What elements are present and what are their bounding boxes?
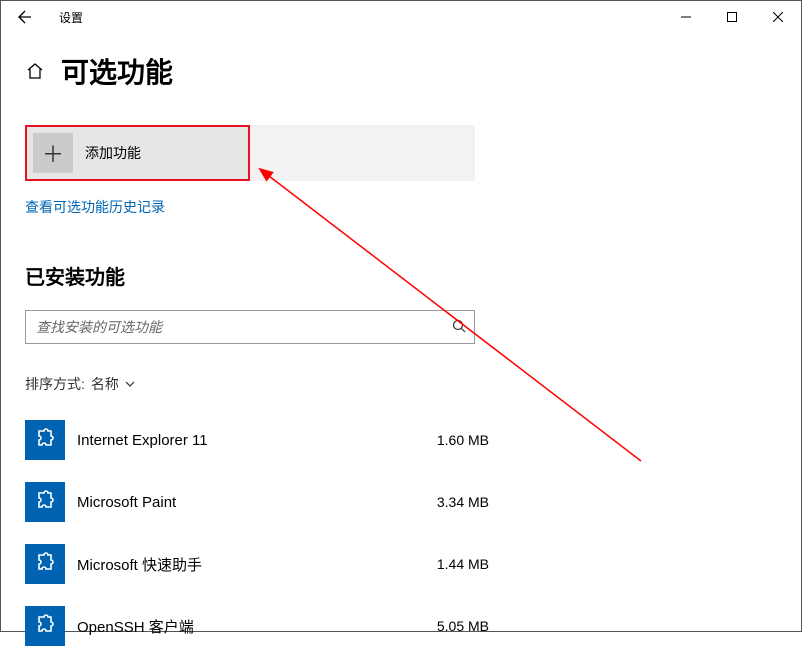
page-title: 可选功能 [61,51,173,91]
feature-size: 1.44 MB [405,556,495,572]
minimize-button[interactable] [663,1,709,33]
back-button[interactable] [9,1,41,33]
search-input[interactable] [36,319,452,335]
search-box[interactable] [25,310,475,344]
puzzle-icon [25,420,65,460]
sort-dropdown[interactable]: 名称 [91,374,135,394]
search-icon [452,319,466,336]
history-link[interactable]: 查看可选功能历史记录 [25,197,165,217]
home-icon [26,62,44,80]
feature-item[interactable]: Internet Explorer 111.60 MB [25,412,495,468]
close-button[interactable] [755,1,801,33]
maximize-icon [727,12,737,22]
feature-name: OpenSSH 客户端 [77,616,405,637]
add-feature-button[interactable]: ＋ 添加功能 [25,125,250,181]
window-controls [663,1,801,33]
add-feature-row: ＋ 添加功能 [25,125,777,181]
sort-row: 排序方式: 名称 [25,374,777,394]
feature-item[interactable]: OpenSSH 客户端5.05 MB [25,598,495,654]
home-button[interactable] [25,61,45,81]
installed-heading: 已安装功能 [25,261,777,290]
sort-value: 名称 [91,374,119,394]
sort-label: 排序方式: [25,374,85,394]
add-feature-label: 添加功能 [85,143,141,163]
main-content: 可选功能 ＋ 添加功能 查看可选功能历史记录 已安装功能 排序方式: 名称 In… [1,33,801,654]
feature-name: Internet Explorer 11 [77,432,405,449]
chevron-down-icon [125,379,135,390]
puzzle-icon [25,482,65,522]
minimize-icon [681,12,691,22]
maximize-button[interactable] [709,1,755,33]
feature-size: 1.60 MB [405,432,495,448]
page-header: 可选功能 [25,51,777,91]
puzzle-icon [25,544,65,584]
window-title: 设置 [59,9,83,26]
feature-name: Microsoft 快速助手 [77,554,405,575]
feature-list: Internet Explorer 111.60 MB Microsoft Pai… [25,412,777,654]
puzzle-icon [25,606,65,646]
arrow-left-icon [17,9,33,25]
add-feature-panel [250,125,475,181]
feature-item[interactable]: Microsoft 快速助手1.44 MB [25,536,495,592]
feature-item[interactable]: Microsoft Paint3.34 MB [25,474,495,530]
plus-icon: ＋ [33,133,73,173]
feature-size: 3.34 MB [405,494,495,510]
close-icon [773,12,783,22]
feature-name: Microsoft Paint [77,494,405,511]
